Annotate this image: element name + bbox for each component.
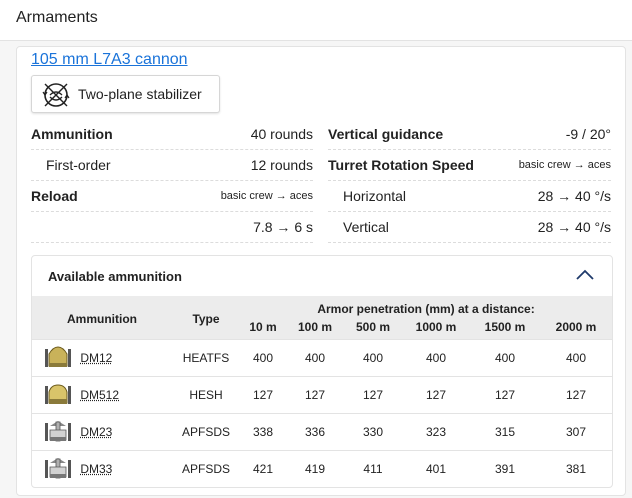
pen-value: 400 xyxy=(425,350,447,365)
stat-value: 12 rounds xyxy=(250,157,313,173)
pen-value: 400 xyxy=(252,350,274,365)
stabilizer-icon xyxy=(42,83,70,107)
stat-label: Vertical guidance xyxy=(328,126,444,142)
hesh-shell-icon xyxy=(45,383,71,404)
stat-note: basic crew → aces xyxy=(518,159,611,171)
pen-value: 421 xyxy=(252,461,274,476)
stat-horizontal: Horizontal 28 → 40 °/s xyxy=(328,181,611,212)
stat-label: Vertical xyxy=(343,219,389,235)
ammo-type: HESH xyxy=(189,387,223,402)
pen-value: 127 xyxy=(252,387,274,402)
ammo-table: Ammunition Type Armor penetration (mm) a… xyxy=(32,296,612,487)
ammo-name[interactable]: DM12 xyxy=(80,351,112,365)
col-type: Type xyxy=(192,312,220,327)
ammo-name-cell[interactable]: DM33 xyxy=(32,450,172,487)
pen-value: 400 xyxy=(304,350,326,365)
ammo-name[interactable]: DM512 xyxy=(80,388,119,402)
stat-label: First-order xyxy=(46,157,111,173)
stat-value: 7.8 → 6 s xyxy=(253,219,313,235)
available-ammunition-panel: Available ammunition Ammunition Type Arm… xyxy=(31,255,613,488)
stat-ammunition: Ammunition 40 rounds xyxy=(31,119,313,150)
ammo-type: HEATFS xyxy=(182,350,230,365)
apfsds-shell-icon xyxy=(45,457,71,479)
weapon-name-link[interactable]: 105 mm L7A3 cannon xyxy=(31,51,188,69)
stabilizer-button[interactable]: Two-plane stabilizer xyxy=(31,75,220,113)
stat-value: 28 → 40 °/s xyxy=(537,219,611,235)
pen-value: 127 xyxy=(565,387,587,402)
pen-value: 391 xyxy=(494,461,516,476)
pen-value: 400 xyxy=(362,350,384,365)
pen-value: 307 xyxy=(565,424,587,439)
stat-note: basic crew → aces xyxy=(220,190,313,202)
pen-value: 336 xyxy=(304,424,326,439)
stat-value: -9 / 20° xyxy=(565,126,611,142)
pen-value: 419 xyxy=(304,461,326,476)
stat-turret-rotation: Turret Rotation Speed basic crew → aces xyxy=(328,150,611,181)
pen-value: 401 xyxy=(425,461,447,476)
col-distance: 1000 m xyxy=(415,320,457,335)
pen-value: 315 xyxy=(494,424,516,439)
stabilizer-label: Two-plane stabilizer xyxy=(78,86,202,102)
pen-value: 411 xyxy=(363,461,383,476)
col-distance: 10 m xyxy=(249,320,277,335)
ammo-panel-title: Available ammunition xyxy=(48,269,182,284)
col-distance: 2000 m xyxy=(555,320,597,335)
weapon-card: 105 mm L7A3 cannon Two-plane stabilizer … xyxy=(16,46,626,496)
table-row: DM12 HEATFS 400 400 400 400 400 400 xyxy=(32,339,612,376)
table-row: DM23 APFSDS 338 336 330 323 315 307 xyxy=(32,413,612,450)
pen-value: 381 xyxy=(565,461,587,476)
ammo-type: APFSDS xyxy=(181,461,230,476)
table-row: DM33 APFSDS 421 419 411 401 391 381 xyxy=(32,450,612,487)
section-title: Armaments xyxy=(16,9,98,26)
col-distance: 1500 m xyxy=(484,320,526,335)
col-distance: 100 m xyxy=(297,320,333,335)
pen-value: 323 xyxy=(425,424,447,439)
stat-label: Turret Rotation Speed xyxy=(328,157,474,173)
pen-value: 400 xyxy=(494,350,516,365)
stat-label: Ammunition xyxy=(31,126,113,142)
ammo-name[interactable]: DM33 xyxy=(80,462,112,476)
armaments-header: Armaments xyxy=(0,0,632,41)
ammo-name-cell[interactable]: DM512 xyxy=(32,376,172,413)
ammo-panel-header[interactable]: Available ammunition xyxy=(32,256,612,296)
stat-reload-value: 7.8 → 6 s xyxy=(31,212,313,243)
stat-reload: Reload basic crew → aces xyxy=(31,181,313,212)
stat-value: 40 rounds xyxy=(250,126,313,142)
pen-value: 127 xyxy=(362,387,384,402)
col-distance: 500 m xyxy=(355,320,391,335)
stat-label: Horizontal xyxy=(343,188,407,204)
stat-vertical-guidance: Vertical guidance -9 / 20° xyxy=(328,119,611,150)
table-row: DM512 HESH 127 127 127 127 127 127 xyxy=(32,376,612,413)
col-ammunition: Ammunition xyxy=(67,312,137,327)
pen-value: 338 xyxy=(252,424,274,439)
apfsds-shell-icon xyxy=(45,420,71,441)
pen-value: 330 xyxy=(362,424,384,439)
stat-vertical: Vertical 28 → 40 °/s xyxy=(328,212,611,243)
ammo-name[interactable]: DM23 xyxy=(80,425,112,439)
ammo-name-cell[interactable]: DM23 xyxy=(32,413,172,450)
heat-shell-icon xyxy=(45,345,71,367)
col-penetration: Armor penetration (mm) at a distance: xyxy=(317,302,535,316)
chevron-up-icon[interactable] xyxy=(575,268,595,282)
pen-value: 127 xyxy=(425,387,447,402)
stat-first-order: First-order 12 rounds xyxy=(31,150,313,181)
ammo-type: APFSDS xyxy=(181,424,230,439)
stat-label: Reload xyxy=(31,188,78,204)
stat-value: 28 → 40 °/s xyxy=(537,188,611,204)
pen-value: 127 xyxy=(494,387,516,402)
ammo-name-cell[interactable]: DM12 xyxy=(32,339,172,376)
pen-value: 400 xyxy=(565,350,587,365)
pen-value: 127 xyxy=(304,387,326,402)
